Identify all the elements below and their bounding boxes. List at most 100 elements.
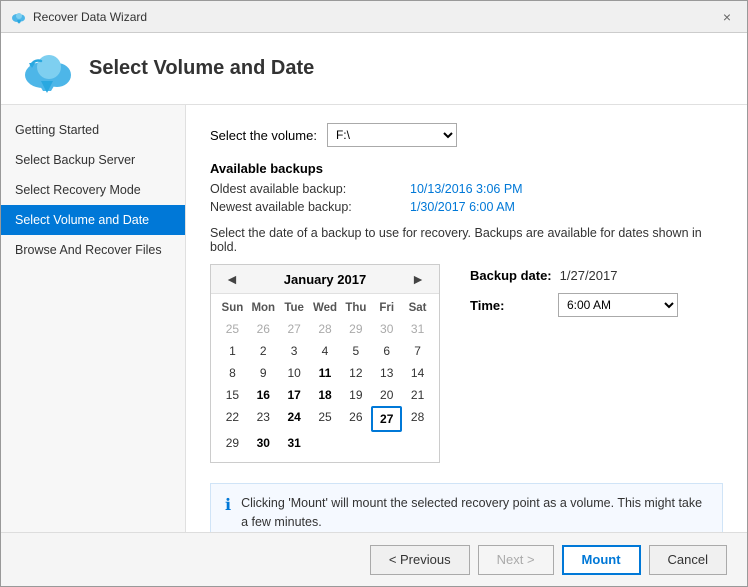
sidebar-item-select-backup-server[interactable]: Select Backup Server (1, 145, 185, 175)
sidebar-item-browse-recover[interactable]: Browse And Recover Files (1, 235, 185, 265)
cal-day[interactable]: 15 (217, 384, 248, 406)
date-select-instruction: Select the date of a backup to use for r… (210, 226, 723, 254)
cal-day[interactable]: 9 (248, 362, 279, 384)
backup-date-row: Backup date: 1/27/2017 (470, 268, 678, 283)
cal-day[interactable]: 27 (279, 318, 310, 340)
next-button[interactable]: Next > (478, 545, 554, 575)
cal-day[interactable]: 31 (402, 318, 433, 340)
info-box: ℹ Clicking 'Mount' will mount the select… (210, 483, 723, 532)
cal-day (402, 432, 433, 454)
mount-button[interactable]: Mount (562, 545, 641, 575)
prev-button[interactable]: < Previous (370, 545, 470, 575)
cal-header-fri: Fri (371, 298, 402, 318)
backup-date-section: Backup date: 1/27/2017 Time: 6:00 AM 12:… (470, 264, 678, 317)
cal-header-tue: Tue (279, 298, 310, 318)
cal-day (340, 432, 371, 454)
cal-day[interactable]: 2 (248, 340, 279, 362)
cal-day[interactable]: 8 (217, 362, 248, 384)
cal-day[interactable]: 20 (371, 384, 402, 406)
cal-day (371, 432, 402, 454)
cal-prev-btn[interactable]: ◄ (221, 271, 243, 287)
cal-header-row: Sun Mon Tue Wed Thu Fri Sat (217, 298, 433, 318)
sidebar-item-select-volume-date[interactable]: Select Volume and Date (1, 205, 185, 235)
title-bar-left: Recover Data Wizard (11, 9, 147, 25)
cal-day[interactable]: 29 (217, 432, 248, 454)
cal-day[interactable]: 18 (310, 384, 341, 406)
app-icon (11, 9, 27, 25)
volume-select[interactable]: F:\ C:\ D:\ E:\ (327, 123, 457, 147)
info-text: Clicking 'Mount' will mount the selected… (241, 494, 708, 532)
cal-header-sun: Sun (217, 298, 248, 318)
cal-week-3: 8 9 10 11 12 13 14 (217, 362, 433, 384)
cal-day[interactable]: 1 (217, 340, 248, 362)
wizard-window: Recover Data Wizard × Select Volume and … (0, 0, 748, 587)
cal-day[interactable]: 21 (402, 384, 433, 406)
volume-label: Select the volume: (210, 128, 317, 143)
backup-date-label: Backup date: (470, 268, 552, 283)
cal-week-6: 29 30 31 (217, 432, 433, 454)
cal-day[interactable]: 19 (340, 384, 371, 406)
cancel-button[interactable]: Cancel (649, 545, 727, 575)
cal-day[interactable]: 10 (279, 362, 310, 384)
cal-day[interactable]: 11 (310, 362, 341, 384)
time-select[interactable]: 6:00 AM 12:00 PM 6:00 PM (558, 293, 678, 317)
sidebar-item-getting-started[interactable]: Getting Started (1, 115, 185, 145)
time-label: Time: (470, 298, 550, 313)
cal-day[interactable]: 31 (279, 432, 310, 454)
main-content: Select the volume: F:\ C:\ D:\ E:\ Avail… (186, 105, 747, 532)
calendar-header: ◄ January 2017 ► (211, 265, 439, 294)
cal-day[interactable]: 28 (310, 318, 341, 340)
close-button[interactable]: × (717, 7, 737, 27)
content-area: Getting StartedSelect Backup ServerSelec… (1, 105, 747, 532)
cal-day[interactable]: 6 (371, 340, 402, 362)
footer: < Previous Next > Mount Cancel (1, 532, 747, 586)
cal-day[interactable]: 3 (279, 340, 310, 362)
cal-day[interactable]: 26 (248, 318, 279, 340)
title-bar: Recover Data Wizard × (1, 1, 747, 33)
cal-day[interactable]: 26 (340, 406, 371, 432)
cal-day[interactable]: 30 (371, 318, 402, 340)
cal-day[interactable]: 16 (248, 384, 279, 406)
title-bar-title: Recover Data Wizard (33, 10, 147, 24)
cal-day[interactable]: 22 (217, 406, 248, 432)
cal-day[interactable]: 25 (310, 406, 341, 432)
calendar-and-options: ◄ January 2017 ► Sun Mon Tue Wed Thu Fri… (210, 264, 723, 463)
cal-day-selected[interactable]: 27 (371, 406, 402, 432)
sidebar-item-select-recovery-mode[interactable]: Select Recovery Mode (1, 175, 185, 205)
newest-backup-row: Newest available backup: 1/30/2017 6:00 … (210, 200, 723, 214)
oldest-value: 10/13/2016 3:06 PM (410, 182, 523, 196)
cal-week-5: 22 23 24 25 26 27 28 (217, 406, 433, 432)
cal-day[interactable]: 14 (402, 362, 433, 384)
cal-day[interactable]: 12 (340, 362, 371, 384)
header-cloud-icon (21, 45, 73, 93)
cal-next-btn[interactable]: ► (407, 271, 429, 287)
cal-week-1: 25 26 27 28 29 30 31 (217, 318, 433, 340)
oldest-label: Oldest available backup: (210, 182, 410, 196)
cal-header-wed: Wed (310, 298, 341, 318)
cal-day (310, 432, 341, 454)
calendar-grid: Sun Mon Tue Wed Thu Fri Sat 25 26 2 (211, 294, 439, 462)
cal-day[interactable]: 28 (402, 406, 433, 432)
cal-day[interactable]: 23 (248, 406, 279, 432)
cal-day[interactable]: 25 (217, 318, 248, 340)
cal-day[interactable]: 7 (402, 340, 433, 362)
cal-day[interactable]: 30 (248, 432, 279, 454)
cal-day[interactable]: 13 (371, 362, 402, 384)
cal-day[interactable]: 5 (340, 340, 371, 362)
cal-header-thu: Thu (340, 298, 371, 318)
wizard-header: Select Volume and Date (1, 33, 747, 105)
time-row: Time: 6:00 AM 12:00 PM 6:00 PM (470, 293, 678, 317)
page-title: Select Volume and Date (89, 57, 314, 80)
cal-month-year: January 2017 (284, 272, 366, 287)
oldest-backup-row: Oldest available backup: 10/13/2016 3:06… (210, 182, 723, 196)
calendar: ◄ January 2017 ► Sun Mon Tue Wed Thu Fri… (210, 264, 440, 463)
cal-day[interactable]: 4 (310, 340, 341, 362)
cal-week-2: 1 2 3 4 5 6 7 (217, 340, 433, 362)
cal-header-mon: Mon (248, 298, 279, 318)
cal-day[interactable]: 29 (340, 318, 371, 340)
cal-day[interactable]: 17 (279, 384, 310, 406)
available-backups-header: Available backups (210, 161, 723, 176)
sidebar: Getting StartedSelect Backup ServerSelec… (1, 105, 186, 532)
cal-day[interactable]: 24 (279, 406, 310, 432)
cal-header-sat: Sat (402, 298, 433, 318)
